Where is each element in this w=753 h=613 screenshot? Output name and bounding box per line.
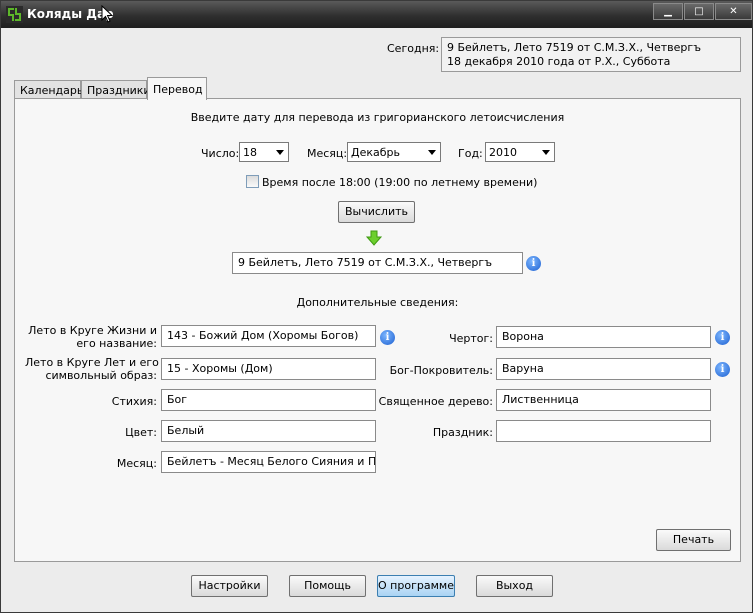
instruction-text: Введите дату для перевода из григорианск… [190, 111, 565, 124]
element-label: Стихия: [111, 395, 157, 408]
year-select[interactable]: 2010 [485, 142, 555, 162]
month-name-field[interactable]: Бейлетъ - Месяц Белого Сияния и Покоя [161, 451, 376, 473]
chevron-down-icon [542, 150, 550, 155]
chevron-down-icon [428, 150, 436, 155]
circle-of-years-label-line-2: символьный образ: [45, 369, 157, 382]
today-line-1: 9 Бейлетъ, Лето 7519 от С.М.З.Х., Четвер… [447, 41, 701, 54]
element-field[interactable]: Бог [161, 389, 376, 411]
minimize-button[interactable]: ▁ [653, 3, 683, 20]
chertog-info-icon[interactable]: i [715, 330, 730, 345]
holiday-field[interactable] [496, 420, 711, 442]
circle-of-years-label: Лето в Круге Лет и его символьный образ: [25, 356, 159, 382]
day-select-value: 18 [243, 146, 257, 159]
print-button[interactable]: Печать [656, 529, 731, 551]
window-controls: ▁ □ ✕ [653, 3, 752, 21]
help-button[interactable]: Помощь [289, 575, 366, 597]
app-window: Коляды Дар ▁ □ ✕ Сегодня: 9 Бейлетъ, Лет… [0, 0, 753, 613]
arrow-down-icon [366, 230, 382, 246]
sacred-tree-field[interactable]: Лиственница [496, 389, 711, 411]
circle-of-years-field[interactable]: 15 - Хоромы (Дом) [161, 358, 376, 380]
conversion-panel: Введите дату для перевода из григорианск… [14, 98, 741, 562]
after-18-label: Время после 18:00 (19:00 по летнему врем… [262, 176, 538, 189]
month-label: Месяц: [307, 147, 348, 160]
result-info-icon[interactable]: i [526, 256, 541, 271]
about-button[interactable]: О программе [377, 575, 455, 597]
chertog-label: Чертог: [449, 332, 493, 345]
sacred-tree-label: Священное дерево: [378, 395, 493, 408]
color-label: Цвет: [125, 426, 157, 439]
exit-button[interactable]: Выход [476, 575, 553, 597]
month-select-value: Декабрь [351, 146, 400, 159]
chevron-down-icon [276, 150, 284, 155]
details-heading: Дополнительные сведения: [296, 296, 459, 309]
maximize-icon: □ [694, 6, 704, 17]
result-field[interactable]: 9 Бейлетъ, Лето 7519 от С.М.З.Х., Четвер… [232, 252, 523, 274]
after-18-checkbox[interactable] [246, 175, 259, 188]
today-label: Сегодня: [387, 42, 440, 55]
chertog-field[interactable]: Ворона [496, 326, 711, 348]
month-select[interactable]: Декабрь [347, 142, 441, 162]
month-name-label: Месяц: [116, 457, 157, 470]
day-select[interactable]: 18 [239, 142, 289, 162]
tab-holidays[interactable]: Праздники [81, 80, 151, 99]
today-display: 9 Бейлетъ, Лето 7519 от С.М.З.Х., Четвер… [441, 37, 741, 72]
minimize-icon: ▁ [664, 6, 672, 17]
year-select-value: 2010 [489, 146, 517, 159]
title-bar[interactable]: Коляды Дар ▁ □ ✕ [1, 1, 752, 28]
close-icon: ✕ [729, 6, 738, 17]
patron-god-field[interactable]: Варуна [496, 358, 711, 380]
circle-of-years-label-line-1: Лето в Круге Лет и его [25, 356, 159, 369]
circle-of-life-label: Лето в Круге Жизни и его название: [25, 324, 157, 350]
tab-calendar[interactable]: Календарь [14, 80, 83, 99]
patron-god-info-icon[interactable]: i [715, 362, 730, 377]
patron-god-label: Бог-Покровитель: [389, 364, 493, 377]
circle-of-life-label-line-2: его название: [76, 337, 157, 350]
year-label: Год: [458, 147, 483, 160]
mouse-cursor-icon [101, 5, 113, 23]
color-field[interactable]: Белый [161, 420, 376, 442]
compute-button[interactable]: Вычислить [338, 201, 415, 223]
circle-of-life-field[interactable]: 143 - Божий Дом (Хоромы Богов) [161, 325, 376, 347]
today-line-2: 18 декабря 2010 года от Р.Х., Суббота [447, 55, 671, 68]
circle-of-life-label-line-1: Лето в Круге Жизни и [28, 324, 157, 337]
maximize-button[interactable]: □ [684, 3, 714, 20]
day-label: Число: [201, 147, 240, 160]
settings-button[interactable]: Настройки [191, 575, 268, 597]
holiday-label: Праздник: [432, 426, 493, 439]
app-logo-icon [6, 6, 23, 23]
close-button[interactable]: ✕ [715, 3, 752, 20]
tab-conversion[interactable]: Перевод [147, 77, 207, 100]
